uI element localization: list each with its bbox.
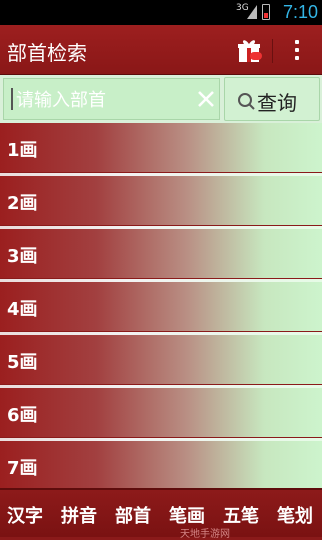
list-item[interactable]: 1画	[0, 123, 322, 172]
list-item[interactable]: 3画	[0, 229, 322, 278]
text-cursor	[11, 88, 13, 110]
list-item-label: 1画	[7, 140, 38, 161]
search-row: 查询	[0, 75, 322, 123]
battery-icon	[262, 4, 270, 20]
list-item-label: 3画	[7, 246, 38, 267]
watermark: 天地手游网	[180, 529, 230, 540]
tab-bushou[interactable]: 部首	[115, 502, 151, 528]
page-title: 部首检索	[7, 41, 87, 65]
stroke-list: 1画 2画 3画 4画 5画 6画 7画	[0, 123, 322, 490]
signal-icon	[247, 5, 257, 19]
list-item-label: 7画	[7, 458, 38, 479]
query-button-label: 查询	[257, 91, 297, 115]
tab-bihua-order[interactable]: 笔划	[277, 502, 313, 528]
search-icon	[238, 93, 255, 110]
action-bar: 部首检索	[0, 25, 322, 75]
list-item[interactable]: 5画	[0, 335, 322, 384]
search-field	[3, 78, 220, 120]
search-input[interactable]	[14, 85, 188, 115]
clear-x-icon[interactable]	[195, 88, 217, 110]
list-item[interactable]: 4画	[0, 282, 322, 331]
bottom-tab-bar: 汉字 拼音 部首 笔画 五笔 笔划	[0, 488, 322, 537]
status-bar: 3G 7:10	[0, 0, 322, 25]
gift-icon[interactable]	[236, 37, 262, 63]
list-item[interactable]: 6画	[0, 388, 322, 437]
status-time: 7:10	[283, 2, 319, 22]
list-item-label: 5画	[7, 352, 38, 373]
tab-hanzi[interactable]: 汉字	[7, 502, 43, 528]
list-item-label: 6画	[7, 405, 38, 426]
action-divider	[272, 39, 273, 63]
list-item-label: 2画	[7, 193, 38, 214]
tab-pinyin[interactable]: 拼音	[61, 502, 97, 528]
list-item[interactable]: 7画	[0, 441, 322, 490]
overflow-menu-icon[interactable]	[290, 38, 304, 62]
list-item[interactable]: 2画	[0, 176, 322, 225]
query-button[interactable]: 查询	[224, 77, 320, 121]
list-item-label: 4画	[7, 299, 38, 320]
